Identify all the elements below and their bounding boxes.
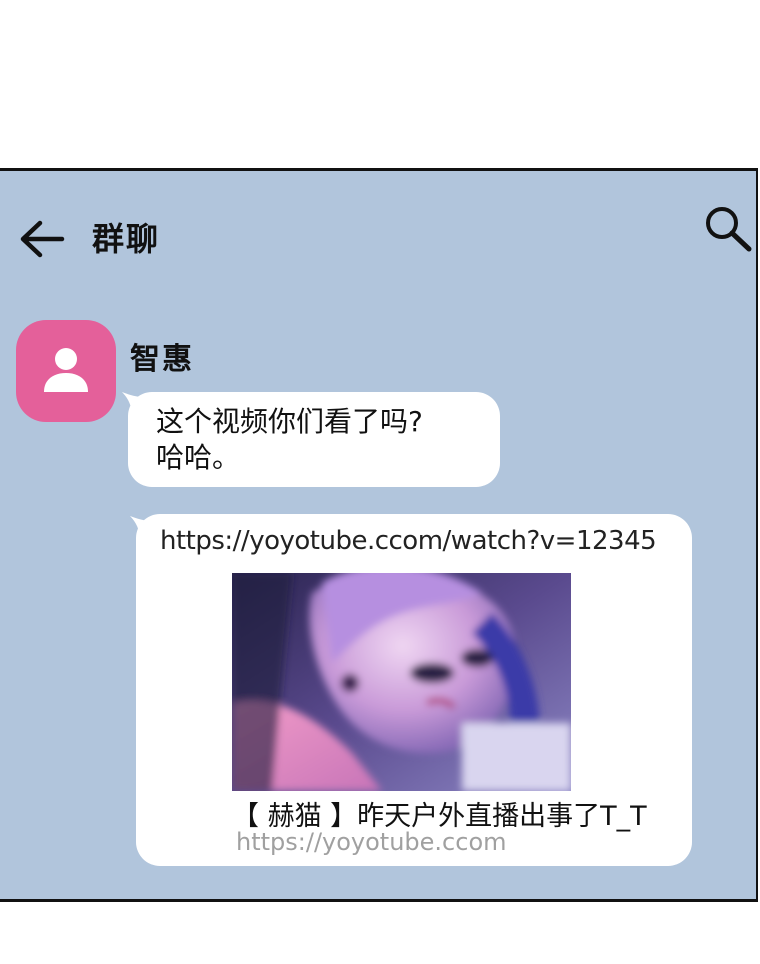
- sender-name: 智惠: [130, 342, 194, 377]
- avatar[interactable]: [16, 320, 116, 422]
- message-text: 这个视频你们看了吗? 哈哈。: [156, 404, 423, 476]
- person-icon: [44, 348, 88, 392]
- link-url[interactable]: https://yoyotube.ccom/watch?v=12345: [160, 526, 657, 556]
- chat-title: 群聊: [92, 220, 161, 258]
- preview-domain: https://yoyotube.ccom: [236, 828, 507, 856]
- link-message-bubble[interactable]: https://yoyotube.ccom/watch?v=12345 【 赫猫…: [136, 514, 692, 866]
- video-thumbnail-image: [232, 573, 571, 791]
- arrow-left-icon[interactable]: [18, 218, 66, 260]
- message-text-line-1: 这个视频你们看了吗?: [156, 405, 423, 438]
- search-icon[interactable]: [702, 204, 754, 254]
- message-bubble[interactable]: 这个视频你们看了吗? 哈哈。: [128, 392, 500, 487]
- video-thumbnail[interactable]: [232, 573, 571, 791]
- message-text-line-2: 哈哈。: [156, 441, 241, 474]
